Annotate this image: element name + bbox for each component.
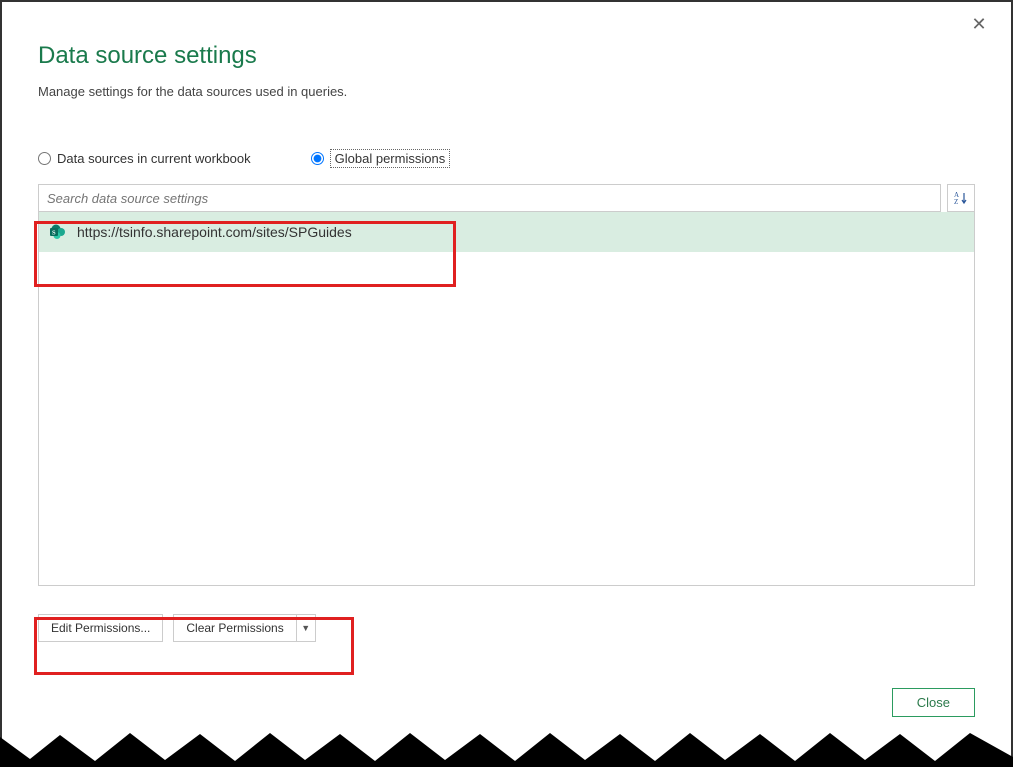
scope-radio-group: Data sources in current workbook Global … [38, 149, 975, 168]
search-row: A Z [38, 184, 975, 212]
permission-buttons: Edit Permissions... Clear Permissions ▼ [38, 614, 975, 642]
data-source-list: S https://tsinfo.sharepoint.com/sites/SP… [38, 212, 975, 586]
sort-button[interactable]: A Z [947, 184, 975, 212]
clear-permissions-split-button: Clear Permissions ▼ [173, 614, 315, 642]
svg-text:Z: Z [954, 198, 958, 206]
sharepoint-icon: S [49, 223, 67, 241]
torn-edge-decoration [0, 717, 1013, 767]
radio-current-workbook-label: Data sources in current workbook [57, 151, 251, 166]
dialog-title: Data source settings [38, 42, 975, 70]
radio-global-permissions[interactable]: Global permissions [311, 149, 451, 168]
radio-global-permissions-input[interactable] [311, 152, 324, 165]
radio-global-permissions-label: Global permissions [330, 149, 451, 168]
close-icon[interactable]: ✕ [967, 12, 991, 36]
dialog-subtitle: Manage settings for the data sources use… [38, 84, 975, 99]
search-input[interactable] [38, 184, 941, 212]
clear-permissions-button[interactable]: Clear Permissions [173, 614, 295, 642]
data-source-row[interactable]: S https://tsinfo.sharepoint.com/sites/SP… [39, 212, 974, 252]
sort-az-icon: A Z [953, 190, 969, 206]
radio-current-workbook[interactable]: Data sources in current workbook [38, 151, 251, 166]
data-source-settings-dialog: ✕ Data source settings Manage settings f… [0, 0, 1013, 765]
chevron-down-icon: ▼ [301, 623, 310, 633]
data-source-url: https://tsinfo.sharepoint.com/sites/SPGu… [77, 224, 352, 240]
close-button[interactable]: Close [892, 688, 975, 717]
svg-text:S: S [52, 230, 56, 237]
edit-permissions-button[interactable]: Edit Permissions... [38, 614, 163, 642]
radio-current-workbook-input[interactable] [38, 152, 51, 165]
clear-permissions-dropdown[interactable]: ▼ [296, 614, 316, 642]
